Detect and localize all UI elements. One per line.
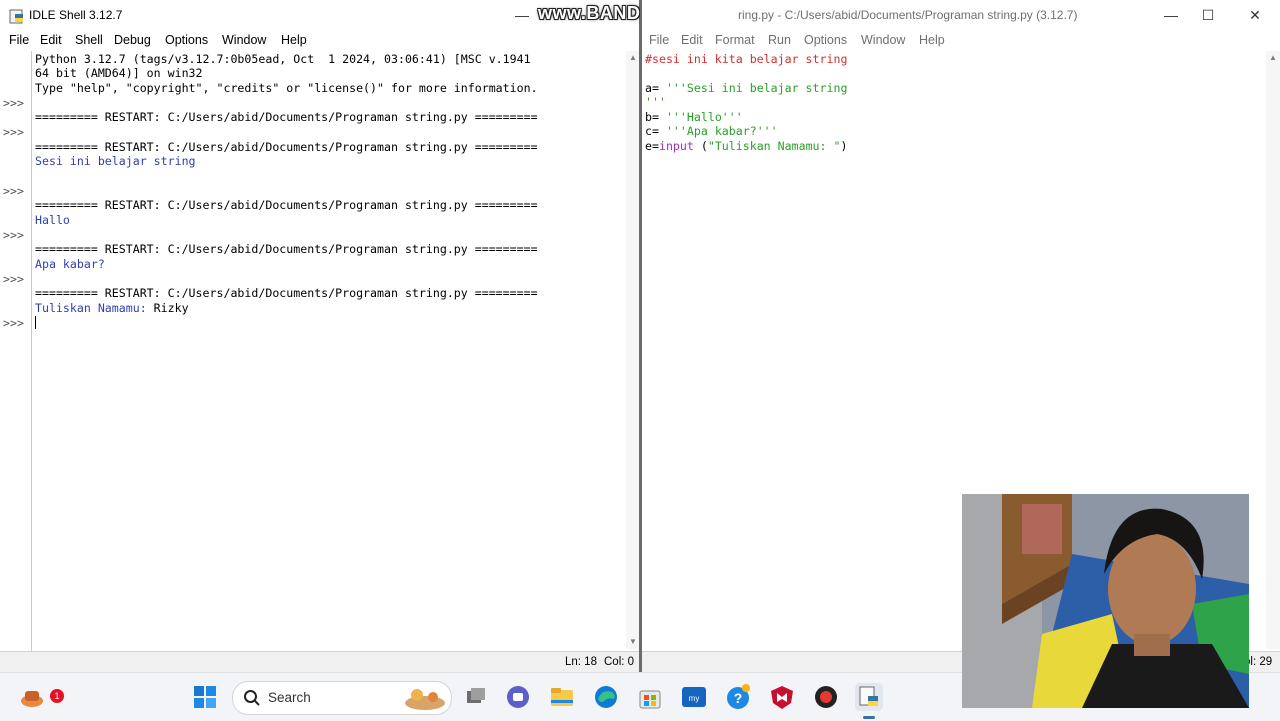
restart-line: ========= RESTART: C:/Users/abid/Documen… bbox=[35, 242, 538, 256]
maximize-icon[interactable]: ☐ bbox=[1185, 4, 1231, 26]
menu-debug[interactable]: Debug bbox=[114, 33, 151, 47]
menu-edit[interactable]: Edit bbox=[40, 33, 62, 47]
shell-statusbar: Ln: 18 Col: 0 bbox=[0, 651, 640, 672]
status-column: Col: 0 bbox=[604, 656, 635, 668]
code-var: c= bbox=[645, 124, 666, 138]
text-cursor bbox=[35, 316, 36, 329]
code-string-end: ''' bbox=[645, 95, 666, 109]
prompt: >>> bbox=[3, 272, 24, 286]
hp-icon[interactable]: my bbox=[680, 683, 708, 711]
output-line: Apa kabar? bbox=[35, 257, 105, 271]
prompt: >>> bbox=[3, 96, 24, 110]
shell-menubar: File Edit Shell Debug Options Window Hel… bbox=[0, 31, 640, 51]
menu-shell[interactable]: Shell bbox=[75, 33, 103, 47]
teams-icon[interactable] bbox=[504, 683, 532, 711]
code-comment: #sesi ini kita belajar string bbox=[645, 52, 848, 66]
edge-icon[interactable] bbox=[592, 683, 620, 711]
status-line: Ln: 18 bbox=[565, 656, 597, 668]
code-string: '''Apa kabar?''' bbox=[665, 124, 778, 138]
editor-title: ring.py - C:/Users/abid/Documents/Progra… bbox=[738, 8, 1078, 22]
code-var: a= bbox=[645, 81, 666, 95]
webcam-overlay bbox=[962, 494, 1249, 708]
menu-options[interactable]: Options bbox=[165, 33, 208, 47]
banner-line: Type "help", "copyright", "credits" or "… bbox=[35, 81, 538, 95]
menu-file[interactable]: File bbox=[9, 33, 29, 47]
restart-line: ========= RESTART: C:/Users/abid/Documen… bbox=[35, 198, 538, 212]
menu-edit[interactable]: Edit bbox=[681, 33, 703, 47]
webcam-feed bbox=[962, 494, 1249, 708]
help-icon[interactable]: ? bbox=[724, 683, 752, 711]
search-highlight-image bbox=[405, 689, 445, 710]
code-line-c: c= '''Apa kabar?''' bbox=[645, 124, 778, 139]
search-icon bbox=[244, 690, 260, 706]
search-label: Search bbox=[268, 690, 311, 705]
menu-file[interactable]: File bbox=[649, 33, 669, 47]
input-value: Rizky bbox=[146, 301, 189, 315]
output-line: Sesi ini belajar string bbox=[35, 154, 196, 168]
prompt: >>> bbox=[3, 228, 24, 242]
start-icon[interactable] bbox=[191, 683, 219, 711]
mcafee-icon[interactable] bbox=[768, 683, 796, 711]
menu-format[interactable]: Format bbox=[715, 33, 755, 47]
restart-line: ========= RESTART: C:/Users/abid/Documen… bbox=[35, 286, 538, 300]
editor-menubar: File Edit Format Run Options Window Help bbox=[642, 31, 1280, 51]
search-box[interactable]: Search bbox=[232, 681, 452, 715]
store-icon[interactable] bbox=[636, 683, 664, 711]
svg-text:my: my bbox=[689, 694, 700, 703]
input-prompt-text: Tuliskan Namamu: bbox=[35, 301, 147, 315]
notification-badge: 1 bbox=[50, 689, 64, 703]
menu-help[interactable]: Help bbox=[281, 33, 307, 47]
code-var: b= bbox=[645, 110, 666, 124]
record-icon[interactable] bbox=[812, 683, 840, 711]
code-string: "Tuliskan Namamu: " bbox=[707, 139, 841, 153]
prompt: >>> bbox=[3, 316, 24, 330]
editor-titlebar: ring.py - C:/Users/abid/Documents/Progra… bbox=[642, 0, 1280, 30]
code-line-a: a= '''Sesi ini belajar string bbox=[645, 81, 847, 96]
menu-options[interactable]: Options bbox=[804, 33, 847, 47]
code-line-b: b= '''Hallo''' bbox=[645, 110, 743, 125]
output-line: Hallo bbox=[35, 213, 70, 227]
code-var: e= bbox=[645, 139, 659, 153]
task-view-icon[interactable] bbox=[462, 683, 490, 711]
scroll-up-icon[interactable]: ▲ bbox=[629, 53, 637, 62]
code-string: '''Sesi ini belajar string bbox=[665, 81, 848, 95]
idle-taskbar-icon[interactable] bbox=[855, 683, 883, 719]
code-builtin: input bbox=[658, 139, 694, 153]
menu-window[interactable]: Window bbox=[861, 33, 905, 47]
menu-run[interactable]: Run bbox=[768, 33, 791, 47]
python-idle-icon bbox=[9, 9, 23, 24]
weather-icon[interactable]: 1 bbox=[18, 683, 64, 711]
svg-text:?: ? bbox=[734, 690, 743, 706]
restart-line: ========= RESTART: C:/Users/abid/Documen… bbox=[35, 110, 538, 124]
prompt: >>> bbox=[3, 125, 24, 139]
scroll-down-icon[interactable]: ▼ bbox=[629, 637, 637, 646]
restart-line: ========= RESTART: C:/Users/abid/Documen… bbox=[35, 140, 538, 154]
idle-shell-window: IDLE Shell 3.12.7 — www.BANDICAM.com Fil… bbox=[0, 0, 640, 672]
code-line-e: e=input ("Tuliskan Namamu: ") bbox=[645, 139, 847, 154]
prompt-gutter: >>> >>> >>> >>> >>> >>> bbox=[0, 51, 32, 651]
input-line: Tuliskan Namamu: Rizky bbox=[35, 301, 189, 316]
close-icon[interactable]: ✕ bbox=[1232, 4, 1278, 26]
banner-line: Python 3.12.7 (tags/v3.12.7:0b05ead, Oct… bbox=[35, 52, 531, 66]
scroll-up-icon[interactable]: ▲ bbox=[1269, 53, 1277, 62]
bandicam-watermark: www.BANDICAM.com bbox=[538, 3, 640, 23]
shell-title: IDLE Shell 3.12.7 bbox=[29, 8, 123, 22]
active-indicator bbox=[863, 716, 875, 719]
code-paren: ( bbox=[693, 139, 708, 153]
shell-scrollbar[interactable]: ▲ ▼ bbox=[626, 51, 640, 649]
code-paren: ) bbox=[840, 139, 848, 153]
code-string: '''Hallo''' bbox=[665, 110, 743, 124]
prompt: >>> bbox=[3, 184, 24, 198]
editor-scrollbar[interactable]: ▲ bbox=[1266, 51, 1280, 649]
banner-line: 64 bit (AMD64)] on win32 bbox=[35, 66, 203, 80]
menu-window[interactable]: Window bbox=[222, 33, 266, 47]
file-explorer-icon[interactable] bbox=[548, 683, 576, 711]
menu-help[interactable]: Help bbox=[919, 33, 945, 47]
